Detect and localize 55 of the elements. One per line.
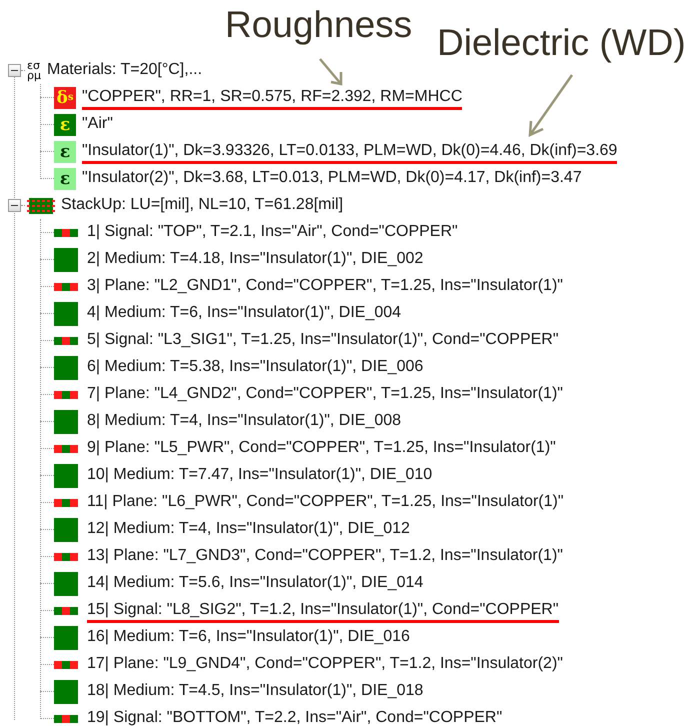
- layer-bar-icon: [54, 228, 78, 236]
- collapse-toggle[interactable]: [8, 64, 21, 77]
- greek-symbols-icon: εσ ρμ: [27, 60, 41, 80]
- arrow: [318, 57, 344, 87]
- epsilon-symbol-icon: ε: [54, 140, 76, 162]
- tree-node-label: 4| Medium: T=6, Ins="Insulator(1)", DIE_004: [87, 304, 402, 323]
- tree-node-label: Materials: T=20[°C],...: [46, 61, 202, 80]
- epsilon-symbol-icon: ε: [54, 114, 76, 136]
- tree-node-label: 5| Signal: "L3_SIG1", T=1.25, Ins="Insulator(1)", Cond="COPPER": [87, 331, 559, 350]
- square-layer-icon: [54, 248, 78, 272]
- layer-bar-icon: [54, 498, 78, 506]
- tree-node-label: StackUp: LU=[mil], NL=10, T=61.28[mil]: [61, 196, 344, 215]
- tree-node-label: "Air": [82, 115, 113, 134]
- layer-bar-icon: [54, 390, 78, 398]
- square-layer-icon: [54, 572, 78, 596]
- annotation-text: Roughness: [225, 6, 412, 43]
- tree-node-label: 2| Medium: T=4.18, Ins="Insulator(1)", DIE_002: [87, 250, 424, 269]
- square-layer-icon: [54, 410, 78, 434]
- tree-node-label: 10| Medium: T=7.47, Ins="Insulator(1)", DIE_010: [87, 466, 432, 485]
- layer-bar-icon: [54, 336, 78, 344]
- tree-node-label: 17| Plane: "L9_GND4", Cond="COPPER", T=1.2, Ins="Insulator(2)": [87, 655, 563, 674]
- layer-bar-icon: [54, 552, 78, 560]
- tree-node-label: 13| Plane: "L7_GND3", Cond="COPPER", T=1.2, Ins="Insulator(1)": [87, 547, 563, 566]
- layer-bar-icon: [54, 660, 78, 668]
- tree-node-label: "COPPER", RR=1, SR=0.575, RF=2.392, RM=MHCC: [82, 88, 462, 110]
- square-layer-icon: [54, 356, 78, 380]
- tree-node-label: "Insulator(1)", Dk=3.93326, LT=0.0133, PLM=WD, Dk(0)=4.46, Dk(inf)=3.69: [82, 142, 618, 164]
- collapse-toggle[interactable]: [8, 199, 21, 212]
- tree-node-label: 8| Medium: T=4, Ins="Insulator(1)", DIE_008: [87, 412, 402, 431]
- square-layer-icon: [54, 302, 78, 326]
- annotation-text: Dielectric (WD): [437, 24, 686, 61]
- layer-bar-icon: [54, 282, 78, 290]
- tree-node-label: 1| Signal: "TOP", T=2.1, Ins="Air", Cond="COPPER": [87, 223, 458, 242]
- tree-node-label: 18| Medium: T=4.5, Ins="Insulator(1)", DIE_018: [87, 682, 424, 701]
- tree-node-label: 14| Medium: T=5.6, Ins="Insulator(1)", DIE_014: [87, 574, 424, 593]
- square-layer-icon: [54, 680, 78, 704]
- layer-stack-icon: [27, 196, 55, 214]
- tree-node-label: 6| Medium: T=5.38, Ins="Insulator(1)", DIE_006: [87, 358, 424, 377]
- tree-node-label: 7| Plane: "L4_GND2", Cond="COPPER", T=1.25, Ins="Insulator(1)": [87, 385, 563, 404]
- layer-bar-icon: [54, 714, 78, 722]
- square-layer-icon: [54, 464, 78, 488]
- square-layer-icon: [54, 626, 78, 650]
- tree-node-label: 15| Signal: "L8_SIG2", T=1.2, Ins="Insulator(1)", Cond="COPPER": [87, 601, 559, 623]
- tree-node-label: 3| Plane: "L2_GND1", Cond="COPPER", T=1.25, Ins="Insulator(1)": [87, 277, 563, 296]
- layer-bar-icon: [54, 444, 78, 452]
- tree-node-label: "Insulator(2)", Dk=3.68, LT=0.013, PLM=WD, Dk(0)=4.17, Dk(inf)=3.47: [82, 169, 582, 188]
- tree-node-label: 12| Medium: T=4, Ins="Insulator(1)", DIE_012: [87, 520, 410, 539]
- tree-node-label: 9| Plane: "L5_PWR", Cond="COPPER", T=1.25, Ins="Insulator(1)": [87, 439, 556, 458]
- epsilon-symbol-icon: ε: [54, 168, 76, 190]
- square-layer-icon: [54, 518, 78, 542]
- layer-bar-icon: [54, 606, 78, 614]
- tree-node-label: 19| Signal: "BOTTOM", T=2.2, Ins="Air", Cond="COPPER": [87, 709, 502, 726]
- tree-node-label: 16| Medium: T=6, Ins="Insulator(1)", DIE_016: [87, 628, 410, 647]
- arrow: [527, 72, 575, 138]
- tree-node-label: 11| Plane: "L6_PWR", Cond="COPPER", T=1.25, Ins="Insulator(1)": [87, 493, 564, 512]
